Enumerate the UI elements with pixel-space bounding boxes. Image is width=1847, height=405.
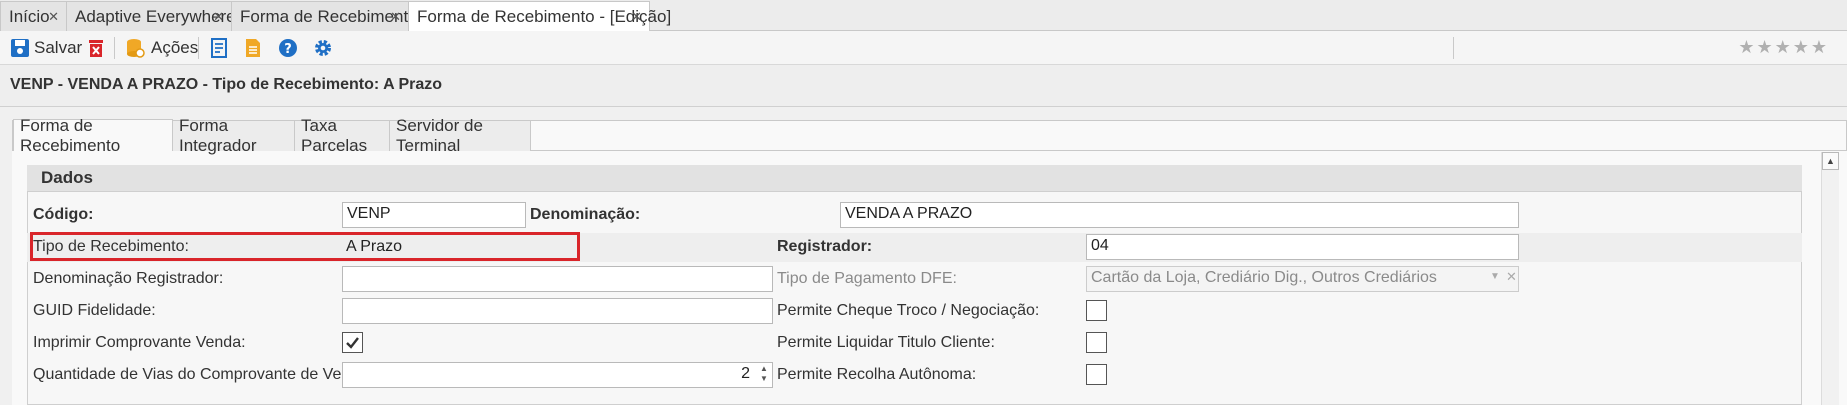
settings-button[interactable] bbox=[313, 36, 333, 60]
tab-label: Forma de Recebimento bbox=[20, 115, 121, 155]
denominacao-registrador-label: Denominação Registrador: bbox=[33, 270, 224, 287]
permite-liquidar-checkbox[interactable] bbox=[1086, 332, 1107, 353]
tipo-recebimento-highlight bbox=[30, 232, 580, 261]
tipo-pagamento-value: Cartão da Loja, Crediário Dig., Outros C… bbox=[1091, 269, 1437, 286]
codigo-field[interactable]: VENP bbox=[342, 202, 526, 228]
tab-forma-integrador[interactable]: Forma Integrador bbox=[172, 116, 295, 155]
report-icon bbox=[209, 38, 229, 58]
database-icon bbox=[125, 38, 145, 58]
tipo-pagamento-label: Tipo de Pagamento DFE: bbox=[777, 270, 957, 287]
clear-icon: ✕ bbox=[1506, 269, 1517, 284]
rating-stars[interactable]: ★★★★★ bbox=[1738, 37, 1829, 58]
tab-label: Adaptive Everywhere bbox=[75, 6, 236, 26]
tab-inicio[interactable]: Início ✕ bbox=[0, 1, 67, 31]
permite-cheque-label: Permite Cheque Troco / Negociação: bbox=[777, 302, 1040, 319]
document-icon bbox=[243, 38, 263, 58]
close-icon[interactable]: ✕ bbox=[48, 9, 59, 25]
actions-button[interactable]: Ações bbox=[125, 36, 198, 60]
save-icon bbox=[10, 38, 30, 58]
quantidade-vias-stepper[interactable]: 2 bbox=[342, 362, 773, 388]
tab-forma-de-recebimento[interactable]: Forma de Recebimento bbox=[13, 116, 173, 155]
tab-label: Início bbox=[9, 6, 50, 26]
tipo-pagamento-select: Cartão da Loja, Crediário Dig., Outros C… bbox=[1086, 266, 1519, 292]
tab-adaptive-everywhere[interactable]: Adaptive Everywhere ✕ bbox=[66, 1, 236, 31]
denominacao-label: Denominação: bbox=[530, 206, 641, 223]
help-icon: ? bbox=[278, 38, 298, 58]
quantidade-vias-label: Quantidade de Vias do Comprovante de Ven… bbox=[33, 366, 373, 383]
gear-icon bbox=[313, 38, 333, 58]
page-title: VENP - VENDA A PRAZO - Tipo de Recebimen… bbox=[10, 76, 443, 93]
registrador-field[interactable]: 04 bbox=[1086, 234, 1519, 260]
section-title: Dados bbox=[41, 168, 93, 187]
scroll-up-icon[interactable]: ▲ bbox=[1822, 152, 1839, 170]
tab-label: Forma Integrador bbox=[179, 116, 257, 155]
guid-fidelidade-field[interactable] bbox=[342, 298, 773, 324]
svg-text:?: ? bbox=[284, 42, 292, 57]
guid-fidelidade-label: GUID Fidelidade: bbox=[33, 302, 156, 319]
document-button[interactable] bbox=[243, 36, 263, 60]
registrador-label: Registrador: bbox=[777, 238, 873, 255]
save-label: Salvar bbox=[34, 38, 83, 57]
vertical-scrollbar[interactable]: ▲ bbox=[1821, 152, 1839, 405]
section-header: Dados bbox=[27, 165, 1802, 192]
delete-icon bbox=[86, 38, 106, 58]
toolbar: Salvar Ações ? ★★★★★ bbox=[0, 31, 1847, 65]
tab-forma-recebimento-edicao[interactable]: Forma de Recebimento - [Edição] ✕ bbox=[408, 1, 671, 32]
permite-liquidar-label: Permite Liquidar Titulo Cliente: bbox=[777, 334, 995, 351]
stepper-arrows-icon[interactable]: ▲ ▼ bbox=[760, 364, 768, 384]
tab-label: Servidor de Terminal bbox=[396, 116, 483, 155]
imprimir-comprovante-checkbox[interactable] bbox=[342, 332, 363, 353]
imprimir-comprovante-label: Imprimir Comprovante Venda: bbox=[33, 334, 246, 351]
dropdown-arrow-icon: ▼ bbox=[1490, 271, 1500, 282]
denominacao-field[interactable]: VENDA A PRAZO bbox=[840, 202, 1519, 228]
report-button[interactable] bbox=[209, 36, 229, 60]
delete-button[interactable] bbox=[86, 36, 106, 60]
denominacao-registrador-field[interactable] bbox=[342, 266, 773, 292]
permite-recolha-checkbox[interactable] bbox=[1086, 364, 1107, 385]
permite-recolha-label: Permite Recolha Autônoma: bbox=[777, 366, 977, 383]
actions-label: Ações bbox=[151, 38, 199, 57]
page-header: VENP - VENDA A PRAZO - Tipo de Recebimen… bbox=[0, 65, 1847, 107]
codigo-label: Código: bbox=[33, 206, 94, 223]
document-tab-bar: Início ✕ Adaptive Everywhere ✕ Forma de … bbox=[0, 0, 1847, 32]
tab-label: Taxa Parcelas bbox=[301, 116, 368, 155]
tab-forma-recebimento[interactable]: Forma de Recebimento ✕ bbox=[231, 1, 418, 31]
tab-servidor-de-terminal[interactable]: Servidor de Terminal bbox=[389, 116, 531, 155]
close-icon[interactable]: ✕ bbox=[390, 9, 401, 25]
close-icon[interactable]: ✕ bbox=[213, 9, 224, 25]
help-button[interactable]: ? bbox=[278, 36, 298, 60]
close-icon[interactable]: ✕ bbox=[631, 9, 642, 25]
check-icon bbox=[346, 337, 359, 349]
tab-taxa-parcelas[interactable]: Taxa Parcelas bbox=[294, 116, 390, 155]
permite-cheque-checkbox[interactable] bbox=[1086, 300, 1107, 321]
save-button[interactable]: Salvar bbox=[10, 36, 82, 60]
